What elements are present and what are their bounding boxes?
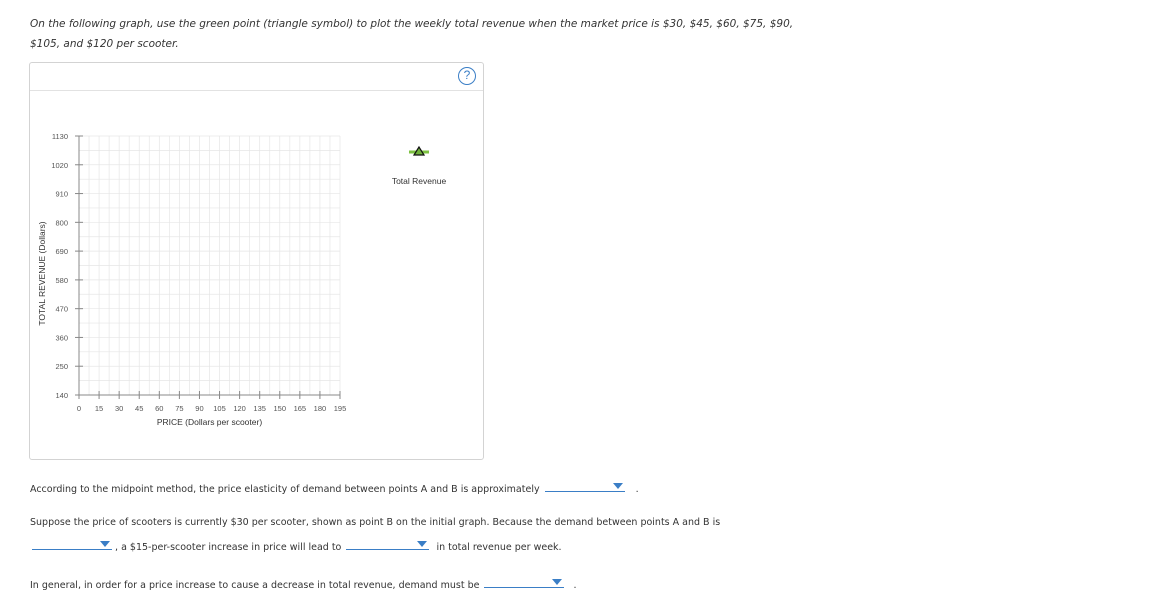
y-tick-label: 580	[55, 276, 68, 285]
question-2-text-c: in total revenue per week.	[436, 542, 562, 553]
x-tick-label: 105	[213, 404, 226, 413]
revenue-change-dropdown[interactable]	[346, 537, 430, 550]
graph-panel: ? 0 15 30 45 60 75 90 105 120 135 150 165 180 195 140 2…	[29, 62, 484, 460]
elasticity-dropdown[interactable]	[544, 479, 625, 492]
question-1-end: .	[635, 484, 639, 495]
demand-elasticity-dropdown[interactable]	[484, 575, 565, 588]
x-tick-label: 90	[195, 404, 203, 413]
x-tick-label: 135	[253, 404, 266, 413]
x-tick-label: 15	[95, 404, 103, 413]
question-3-text: In general, in order for a price increas…	[30, 580, 480, 591]
legend-label: Total Revenue	[392, 176, 447, 186]
y-tick-label: 690	[55, 247, 68, 256]
x-tick-label: 30	[115, 404, 123, 413]
instructions-line-2: $105, and $120 per scooter.	[30, 38, 179, 50]
y-tick-label: 360	[55, 333, 68, 342]
question-2-line-1: Suppose the price of scooters is current…	[30, 517, 720, 528]
y-tick-label: 910	[55, 190, 68, 199]
x-tick-label: 150	[274, 404, 287, 413]
y-tick-label: 1130	[52, 132, 68, 141]
chevron-down-icon	[552, 579, 563, 585]
question-1-text: According to the midpoint method, the pr…	[30, 484, 540, 495]
x-axis-label: PRICE (Dollars per scooter)	[157, 417, 263, 427]
instructions: On the following graph, use the green po…	[30, 14, 1130, 54]
y-tick-label: 470	[55, 305, 68, 314]
x-tick-label: 165	[294, 404, 307, 413]
y-axis-label: TOTAL REVENUE (Dollars)	[37, 221, 47, 325]
chevron-down-icon	[417, 541, 428, 547]
y-tick-label: 1020	[51, 161, 68, 170]
y-tick-label: 800	[55, 218, 68, 227]
revenue-chart[interactable]: 0 15 30 45 60 75 90 105 120 135 150 165 180 195 140 250…	[30, 63, 485, 461]
x-tick-label: 75	[175, 404, 183, 413]
x-tick-label: 120	[233, 404, 246, 413]
question-2-text-a: Suppose the price of scooters is current…	[30, 517, 721, 528]
x-tick-label: 45	[135, 404, 143, 413]
instructions-line-1: On the following graph, use the green po…	[30, 18, 794, 30]
x-tick-label: 60	[155, 404, 163, 413]
y-tick-label: 250	[55, 362, 68, 371]
x-tick-label: 0	[77, 404, 81, 413]
question-1: According to the midpoint method, the pr…	[30, 479, 639, 495]
question-3: In general, in order for a price increas…	[30, 575, 577, 591]
chevron-down-icon	[100, 541, 110, 547]
demand-type-dropdown[interactable]	[32, 537, 112, 550]
x-tick-label: 195	[334, 404, 347, 413]
x-tick-label: 180	[314, 404, 327, 413]
question-2-text-b: , a $15-per-scooter increase in price wi…	[115, 542, 342, 553]
y-tick-label: 140	[55, 391, 68, 400]
question-2-line-2: , a $15-per-scooter increase in price wi…	[32, 537, 562, 553]
chevron-down-icon	[612, 483, 623, 489]
question-3-end: .	[573, 580, 577, 591]
